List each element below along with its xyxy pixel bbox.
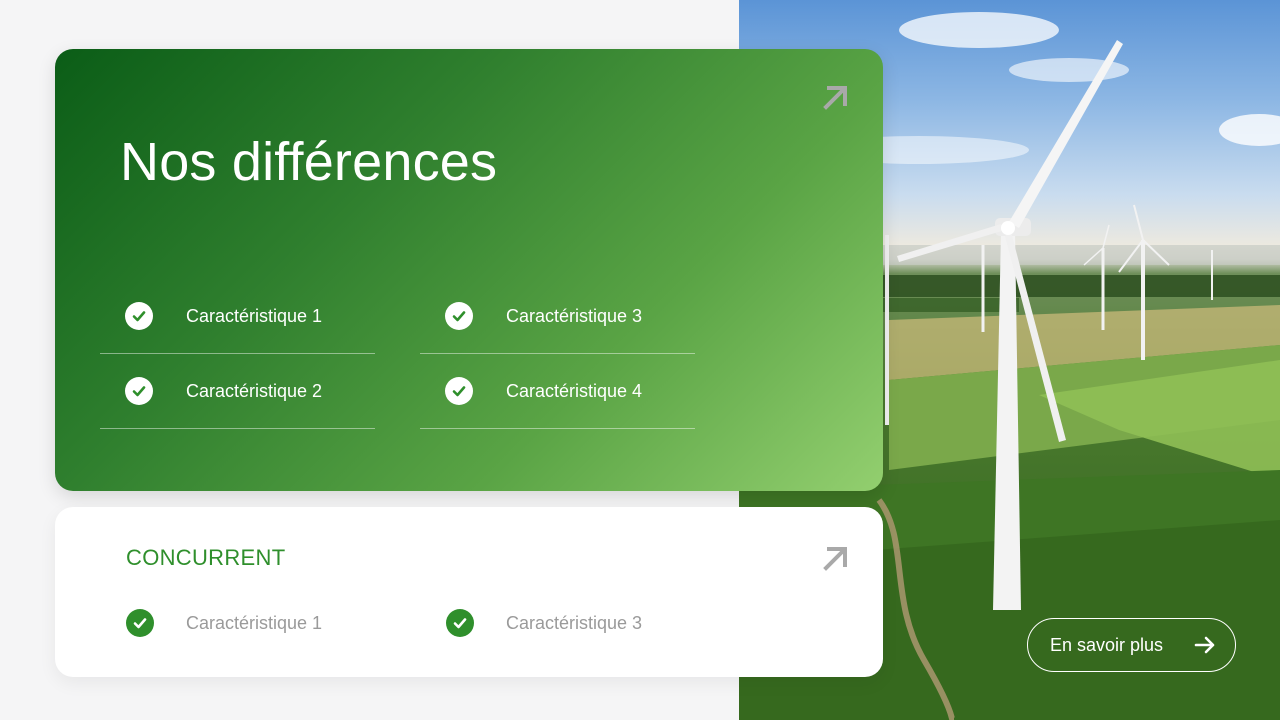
competitor-feature-label: Caractéristique 3 [506, 612, 643, 633]
arrow-right-icon [1194, 636, 1215, 654]
check-icon [445, 302, 473, 330]
feature-label: Caractéristique 2 [186, 380, 323, 401]
competitor-card: CONCURRENT Caractéristique 1 Caractérist… [55, 507, 883, 677]
feature-label: Caractéristique 4 [506, 380, 643, 401]
arrow-up-right-icon[interactable] [820, 82, 850, 112]
check-icon [125, 302, 153, 330]
feature-label: Caractéristique 3 [506, 305, 643, 326]
feature-item: Caractéristique 2 [100, 354, 375, 429]
learn-more-label: En savoir plus [1050, 634, 1164, 655]
feature-item: Caractéristique 1 [100, 279, 375, 354]
learn-more-button[interactable]: En savoir plus [1027, 618, 1236, 672]
feature-label: Caractéristique 1 [186, 305, 323, 326]
check-icon [125, 377, 153, 405]
arrow-up-right-icon[interactable] [820, 543, 850, 573]
feature-item: Caractéristique 4 [420, 354, 695, 429]
competitor-heading: CONCURRENT [126, 545, 286, 570]
competitor-feature-label: Caractéristique 1 [186, 612, 323, 633]
check-icon [445, 377, 473, 405]
feature-list: Caractéristique 1 Caractéristique 3 Cara… [100, 279, 700, 439]
feature-item: Caractéristique 3 [420, 279, 695, 354]
check-icon [446, 609, 474, 637]
competitor-feature-item: Caractéristique 3 [446, 607, 642, 639]
page-title: Nos différences [120, 132, 498, 192]
differences-card: Nos différences Caractéristique 1 Caract… [55, 49, 883, 491]
competitor-feature-item: Caractéristique 1 [126, 607, 322, 639]
check-icon [126, 609, 154, 637]
